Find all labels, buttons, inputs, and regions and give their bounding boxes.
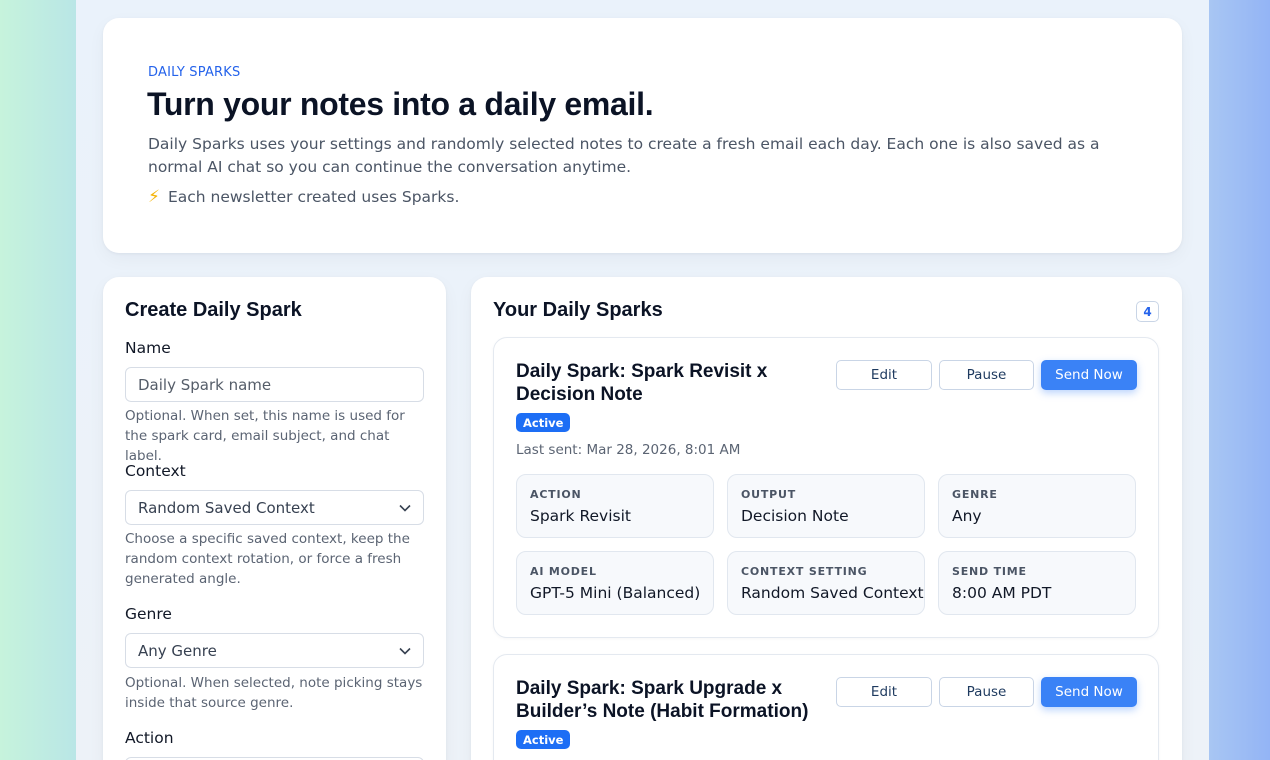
- hero-note: ⚡ Each newsletter created uses Sparks.: [148, 187, 459, 207]
- field-value: Spark Revisit: [530, 507, 631, 525]
- create-spark-form: Create Daily Spark Name Daily Spark name…: [103, 277, 446, 760]
- name-help: Optional. When set, this name is used fo…: [125, 408, 405, 464]
- sparks-list: Your Daily Sparks 4 Daily Spark: Spark R…: [471, 277, 1182, 760]
- field-key: ACTION: [530, 488, 582, 501]
- field-tile-output: OUTPUT Decision Note: [727, 474, 925, 538]
- genre-select[interactable]: Any Genre: [125, 633, 424, 668]
- last-sent-text: Last sent: Mar 28, 2026, 8:01 AM: [516, 442, 741, 458]
- field-value: Random Saved Context: [741, 584, 924, 602]
- chevron-down-icon: [399, 501, 411, 515]
- context-label: Context: [125, 462, 186, 480]
- field-value: GPT-5 Mini (Balanced): [530, 584, 701, 602]
- genre-select-value: Any Genre: [138, 641, 217, 660]
- spark-card: Daily Spark: Spark Revisit x Decision No…: [493, 337, 1159, 638]
- field-key: SEND TIME: [952, 565, 1027, 578]
- field-tile-send-time: SEND TIME 8:00 AM PDT: [938, 551, 1136, 615]
- edit-button[interactable]: Edit: [836, 360, 932, 390]
- spark-card: Daily Spark: Spark Upgrade x Builder’s N…: [493, 654, 1159, 760]
- field-value: Any: [952, 507, 982, 525]
- hero-card: DAILY SPARKS Turn your notes into a dail…: [103, 18, 1182, 253]
- genre-help: Optional. When selected, note picking st…: [125, 675, 423, 711]
- field-key: AI MODEL: [530, 565, 597, 578]
- hero-note-text: Each newsletter created uses Sparks.: [167, 188, 460, 206]
- field-tile-context-setting: CONTEXT SETTING Random Saved Context: [727, 551, 925, 615]
- name-label: Name: [125, 339, 171, 357]
- genre-label: Genre: [125, 605, 172, 623]
- send-now-button[interactable]: Send Now: [1041, 360, 1137, 390]
- spark-title: Daily Spark: Spark Revisit x Decision No…: [516, 361, 768, 405]
- status-badge: Active: [516, 413, 571, 432]
- name-input[interactable]: Daily Spark name: [125, 367, 424, 402]
- chevron-down-icon: [399, 644, 411, 658]
- field-tile-ai-model: AI MODEL GPT-5 Mini (Balanced): [516, 551, 714, 615]
- edit-button[interactable]: Edit: [836, 677, 932, 707]
- sparks-count-badge: 4: [1136, 301, 1159, 322]
- field-value: 8:00 AM PDT: [952, 584, 1052, 602]
- context-select-value: Random Saved Context: [138, 498, 315, 517]
- field-key: CONTEXT SETTING: [741, 565, 868, 578]
- spark-title: Daily Spark: Spark Upgrade x Builder’s N…: [516, 678, 809, 722]
- list-title: Your Daily Sparks: [493, 299, 663, 321]
- page-title: Turn your notes into a daily email.: [147, 86, 654, 122]
- pause-button[interactable]: Pause: [939, 677, 1034, 707]
- lightning-bolt-icon: ⚡: [148, 187, 160, 207]
- field-value: Decision Note: [741, 507, 849, 525]
- hero-eyebrow: DAILY SPARKS: [148, 65, 241, 80]
- send-now-button[interactable]: Send Now: [1041, 677, 1137, 707]
- context-help: Choose a specific saved context, keep th…: [125, 531, 410, 587]
- pause-button[interactable]: Pause: [939, 360, 1034, 390]
- action-label: Action: [125, 729, 174, 747]
- field-tile-genre: GENRE Any: [938, 474, 1136, 538]
- name-input-placeholder: Daily Spark name: [138, 375, 272, 394]
- status-badge: Active: [516, 730, 571, 749]
- context-select[interactable]: Random Saved Context: [125, 490, 424, 525]
- form-title: Create Daily Spark: [125, 299, 302, 321]
- field-tile-action: ACTION Spark Revisit: [516, 474, 714, 538]
- field-key: GENRE: [952, 488, 998, 501]
- hero-description: Daily Sparks uses your settings and rand…: [148, 135, 1100, 176]
- field-key: OUTPUT: [741, 488, 797, 501]
